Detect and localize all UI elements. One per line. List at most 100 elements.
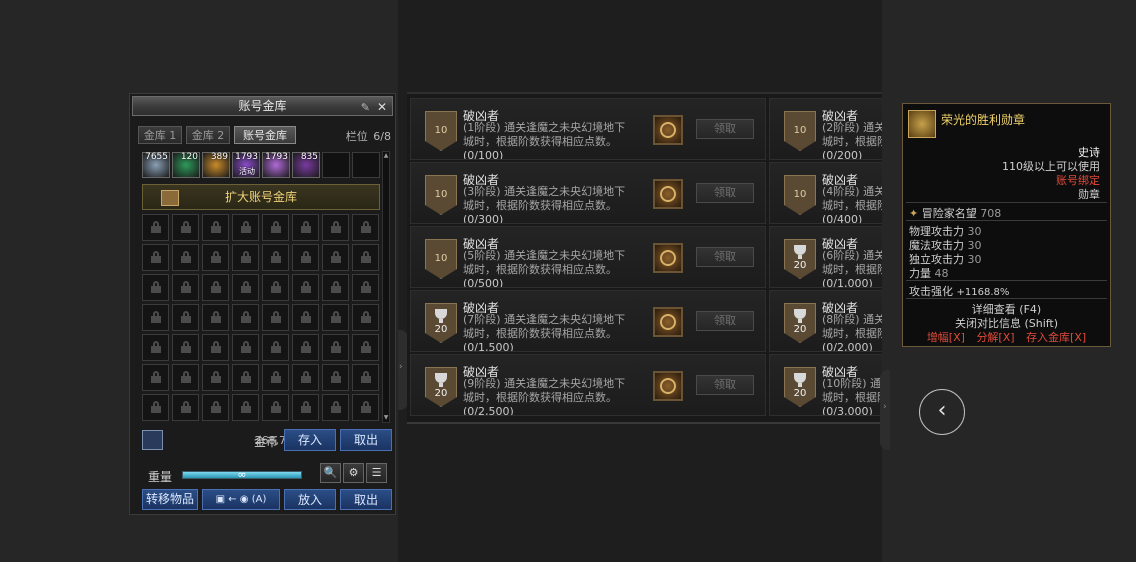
- locked-slot[interactable]: [172, 364, 199, 391]
- locked-slot[interactable]: [142, 274, 169, 301]
- locked-slot[interactable]: [352, 304, 379, 331]
- locked-slot[interactable]: [292, 394, 319, 421]
- item-slot[interactable]: 835: [292, 152, 320, 178]
- locked-slot[interactable]: [352, 244, 379, 271]
- gear-icon[interactable]: ⚙: [343, 463, 364, 483]
- item-slot[interactable]: 7655: [142, 152, 170, 178]
- locked-slot[interactable]: [292, 244, 319, 271]
- locked-slot[interactable]: [202, 214, 229, 241]
- locked-slot[interactable]: [142, 304, 169, 331]
- put-in-button[interactable]: 放入: [284, 489, 336, 510]
- locked-slot[interactable]: [262, 274, 289, 301]
- claim-button[interactable]: 领取: [696, 375, 754, 395]
- locked-slot[interactable]: [352, 274, 379, 301]
- disassemble-action[interactable]: 分解[X]: [976, 331, 1014, 344]
- locked-slot[interactable]: [262, 394, 289, 421]
- locked-slot[interactable]: [142, 214, 169, 241]
- locked-slot[interactable]: [292, 304, 319, 331]
- locked-slot[interactable]: [292, 214, 319, 241]
- locked-slot[interactable]: [292, 364, 319, 391]
- take-out-button[interactable]: 取出: [340, 489, 392, 510]
- locked-slot[interactable]: [172, 244, 199, 271]
- locked-slot[interactable]: [292, 334, 319, 361]
- locked-slot[interactable]: [232, 364, 259, 391]
- locked-slot[interactable]: [202, 394, 229, 421]
- close-icon[interactable]: ✕: [377, 98, 387, 116]
- locked-slot[interactable]: [142, 364, 169, 391]
- item-slot[interactable]: 1793: [262, 152, 290, 178]
- claim-button[interactable]: 领取: [696, 311, 754, 331]
- locked-slot[interactable]: [202, 274, 229, 301]
- locked-slot[interactable]: [202, 304, 229, 331]
- scroll-up-icon[interactable]: ▲: [383, 152, 389, 160]
- tab-vault-1[interactable]: 金库 1: [138, 126, 182, 144]
- grid-scrollbar[interactable]: ▲ ▼: [382, 151, 390, 423]
- pin-icon[interactable]: ✎: [361, 99, 370, 117]
- transfer-items-button[interactable]: 转移物品: [142, 489, 198, 510]
- reward-medal-icon[interactable]: [653, 371, 683, 401]
- amplify-action[interactable]: 增幅[X]: [927, 331, 965, 344]
- withdraw-gold-button[interactable]: 取出: [340, 429, 392, 451]
- locked-slot[interactable]: [232, 214, 259, 241]
- right-panel-edge[interactable]: ›: [880, 370, 890, 450]
- reward-medal-icon[interactable]: [653, 307, 683, 337]
- locked-slot[interactable]: [172, 394, 199, 421]
- locked-slot[interactable]: [352, 214, 379, 241]
- locked-slot[interactable]: [232, 304, 259, 331]
- tab-account-vault[interactable]: 账号金库: [234, 126, 296, 144]
- locked-slot[interactable]: [322, 364, 349, 391]
- claim-button[interactable]: 领取: [696, 119, 754, 139]
- locked-slot[interactable]: [232, 274, 259, 301]
- fame-icon: ✦: [909, 207, 919, 220]
- locked-slot[interactable]: [262, 304, 289, 331]
- list-icon[interactable]: ☰: [366, 463, 387, 483]
- locked-slot[interactable]: [262, 334, 289, 361]
- locked-slot[interactable]: [352, 334, 379, 361]
- locked-slot[interactable]: [322, 244, 349, 271]
- locked-slot[interactable]: [352, 394, 379, 421]
- locked-slot[interactable]: [292, 274, 319, 301]
- locked-slot[interactable]: [172, 304, 199, 331]
- deposit-gold-button[interactable]: 存入: [284, 429, 336, 451]
- auto-move-button[interactable]: ▣ ← ◉ (A): [202, 489, 280, 510]
- tab-vault-2[interactable]: 金库 2: [186, 126, 230, 144]
- locked-slot[interactable]: [322, 394, 349, 421]
- item-slot[interactable]: 1793 活动: [232, 152, 260, 178]
- empty-item-slot[interactable]: [352, 152, 380, 178]
- locked-slot[interactable]: [202, 364, 229, 391]
- item-slot[interactable]: 120: [172, 152, 200, 178]
- panel-title-bar[interactable]: 账号金库 ✎ ✕: [132, 96, 393, 116]
- locked-slot[interactable]: [232, 334, 259, 361]
- claim-button[interactable]: 领取: [696, 247, 754, 267]
- locked-slot[interactable]: [142, 244, 169, 271]
- locked-slot[interactable]: [262, 364, 289, 391]
- locked-slot[interactable]: [172, 274, 199, 301]
- locked-slot[interactable]: [232, 394, 259, 421]
- expand-vault-button[interactable]: 扩大账号金库: [142, 184, 380, 210]
- empty-item-slot[interactable]: [322, 152, 350, 178]
- search-icon[interactable]: 🔍: [320, 463, 341, 483]
- locked-slot[interactable]: [262, 214, 289, 241]
- item-slot[interactable]: 389: [202, 152, 230, 178]
- locked-slot[interactable]: [232, 244, 259, 271]
- locked-slot[interactable]: [322, 304, 349, 331]
- locked-slot[interactable]: [322, 214, 349, 241]
- locked-slot[interactable]: [322, 334, 349, 361]
- locked-slot[interactable]: [202, 244, 229, 271]
- back-button[interactable]: ‹: [919, 389, 965, 435]
- locked-slot[interactable]: [142, 334, 169, 361]
- locked-slot[interactable]: [172, 334, 199, 361]
- reward-medal-icon[interactable]: [653, 179, 683, 209]
- reward-medal-icon[interactable]: [653, 115, 683, 145]
- store-action[interactable]: 存入金库[X]: [1026, 331, 1086, 344]
- locked-slot[interactable]: [142, 394, 169, 421]
- claim-button[interactable]: 领取: [696, 183, 754, 203]
- locked-slot[interactable]: [172, 214, 199, 241]
- locked-slot[interactable]: [352, 364, 379, 391]
- locked-slot[interactable]: [262, 244, 289, 271]
- locked-slot[interactable]: [202, 334, 229, 361]
- locked-slot[interactable]: [322, 274, 349, 301]
- auto-move-shortcut: (A): [251, 494, 267, 505]
- reward-medal-icon[interactable]: [653, 243, 683, 273]
- scroll-down-icon[interactable]: ▼: [383, 414, 389, 422]
